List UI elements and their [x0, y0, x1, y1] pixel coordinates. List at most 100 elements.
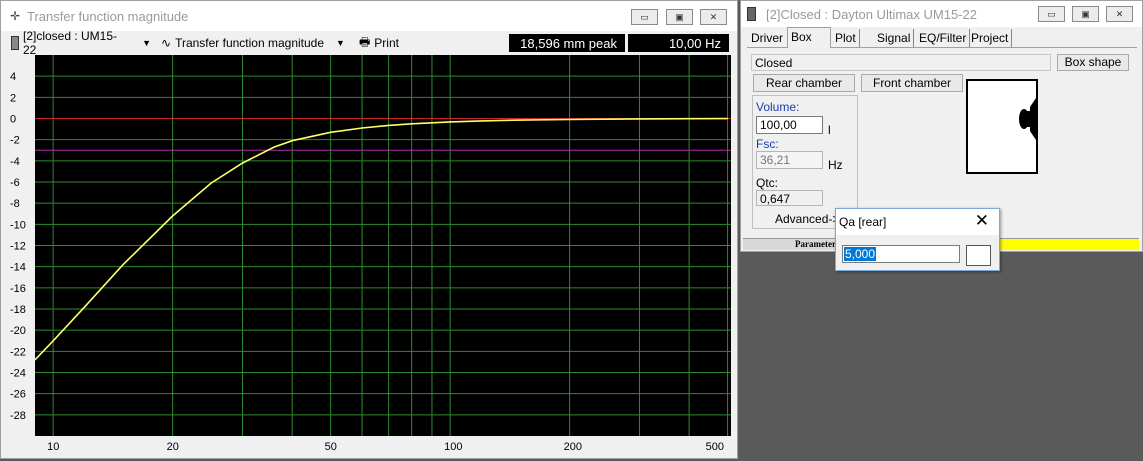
x-tick-label: 20	[167, 441, 179, 453]
tab-plot[interactable]: Plot	[832, 29, 860, 47]
box-shape-button[interactable]: Box shape	[1057, 54, 1129, 71]
qtc-value: 0,647	[756, 190, 823, 206]
qtc-label: Qtc:	[756, 176, 779, 190]
plot-area[interactable]: 4 2 0 -2 -4 -6 -8 -10 -12 -14 -16 -18 -20 -22 -24 -26 -2…	[1, 55, 736, 458]
tab-project[interactable]: Project	[968, 29, 1013, 47]
print-button[interactable]: 🖶 Print	[359, 33, 399, 53]
qa-value-input[interactable]: 5,000	[842, 245, 960, 263]
fsc-value: 36,21	[756, 151, 823, 169]
tab-signal[interactable]: Signal	[874, 29, 915, 47]
y-tick-label: -4	[10, 156, 20, 168]
curve-point	[52, 340, 54, 342]
curve-point	[688, 118, 690, 120]
box-shape-preview	[966, 79, 1038, 174]
y-tick-label: 4	[10, 71, 16, 83]
y-tick-label: 0	[10, 114, 16, 126]
curve-point	[569, 118, 571, 121]
close-button[interactable]: ✕	[700, 9, 727, 25]
curve-point	[638, 118, 641, 120]
y-tick-label: -26	[10, 389, 26, 401]
curve-point	[726, 118, 729, 120]
volume-input[interactable]: 100,00	[756, 116, 823, 134]
maximize-button[interactable]: ▣	[1072, 6, 1099, 22]
printer-icon: 🖶	[358, 34, 371, 49]
x-tick-label: 10	[47, 441, 59, 453]
left-toolbar: [2]closed : UM15-22 ▼ ∿ Transfer functio…	[1, 29, 737, 57]
curve-point	[83, 306, 86, 308]
y-tick-label: -18	[10, 304, 26, 316]
tab-eq-filter[interactable]: EQ/Filter	[916, 29, 971, 47]
volume-unit: l	[828, 123, 831, 137]
curve-point	[411, 123, 413, 125]
volume-label: Volume:	[756, 100, 800, 114]
curve-point	[519, 119, 521, 121]
box-type-field[interactable]: Closed	[751, 54, 1051, 71]
qa-value-text: 5,000	[844, 247, 877, 261]
color-swatch-button[interactable]	[966, 245, 991, 266]
box-window-icon	[747, 7, 756, 21]
curve-point	[172, 215, 174, 217]
y-tick-label: -8	[10, 198, 20, 210]
maximize-button[interactable]: ▣	[666, 9, 693, 25]
minimize-button[interactable]: ▭	[1038, 6, 1065, 22]
y-tick-label: -28	[10, 410, 26, 422]
tab-driver[interactable]: Driver	[748, 29, 786, 47]
curve-point	[480, 120, 483, 122]
chevron-down-icon: ▼	[336, 38, 345, 48]
x-tick-label: 100	[444, 441, 462, 453]
y-tick-label: -14	[10, 262, 26, 274]
x-tick-label: 500	[706, 441, 724, 453]
right-window-title: [2]Closed : Dayton Ultimax UM15-22	[766, 6, 977, 22]
frequency-readout: 10,00 Hz	[628, 34, 729, 52]
waveform-icon: ∿	[161, 36, 172, 50]
curve-point	[388, 124, 390, 126]
curve-point	[34, 359, 36, 361]
peak-readout: 18,596 mm peak	[509, 34, 625, 52]
x-tick-label: 50	[325, 441, 337, 453]
rear-chamber-button[interactable]: Rear chamber	[753, 74, 855, 92]
popup-title: Qa [rear]	[839, 215, 887, 229]
curve-point	[210, 182, 212, 184]
minimize-button[interactable]: ▭	[631, 9, 658, 25]
curve-point	[122, 263, 124, 266]
fsc-unit: Hz	[828, 158, 843, 172]
print-label: Print	[374, 36, 399, 50]
y-tick-label: -6	[10, 177, 20, 189]
crosshair-icon: ✛	[9, 9, 21, 23]
driver-combo-label: [2]closed : UM15-22	[22, 29, 118, 57]
y-tick-label: 2	[10, 92, 16, 104]
tab-box[interactable]: Box	[787, 27, 831, 48]
driver-combo[interactable]: [2]closed : UM15-22 ▼	[11, 29, 151, 57]
curve-point	[273, 146, 275, 148]
curve-point	[291, 140, 293, 142]
curve-point	[330, 131, 332, 133]
speaker-icon	[1019, 95, 1038, 143]
left-titlebar[interactable]: ✛ Transfer function magnitude	[1, 1, 737, 31]
left-window-title: Transfer function magnitude	[27, 8, 189, 24]
fsc-label: Fsc:	[756, 137, 779, 151]
y-tick-label: -2	[10, 135, 20, 147]
y-tick-label: -12	[10, 241, 26, 253]
curve-point	[449, 121, 451, 123]
front-chamber-button[interactable]: Front chamber	[861, 74, 963, 92]
y-tick-label: -24	[10, 368, 26, 380]
y-tick-label: -22	[10, 346, 26, 358]
popup-titlebar[interactable]: Qa [rear] ✕	[836, 209, 999, 235]
advanced-link[interactable]: Advanced->	[775, 212, 839, 226]
curve-point	[241, 162, 244, 164]
mode-combo-label: Transfer function magnitude	[175, 36, 325, 50]
y-tick-label: -20	[10, 325, 26, 337]
qa-rear-popup: Qa [rear] ✕ 5,000	[835, 208, 1000, 271]
magnitude-chart[interactable]: 420-2-4-6-8-10-12-14-16-18-20-22-24-26-2…	[1, 55, 736, 458]
driver-icon	[11, 36, 19, 50]
chevron-down-icon: ▼	[142, 38, 151, 48]
y-tick-label: -10	[10, 219, 26, 231]
y-tick-label: -16	[10, 283, 26, 295]
status-label: Parameter	[795, 239, 836, 249]
x-tick-label: 200	[564, 441, 582, 453]
mode-combo[interactable]: ∿ Transfer function magnitude ▼	[161, 33, 345, 53]
close-icon[interactable]: ✕	[975, 212, 989, 230]
transfer-function-window: ✛ Transfer function magnitude ▭ ▣ ✕ [2]c…	[0, 0, 738, 459]
curve-point	[361, 127, 363, 129]
close-button[interactable]: ✕	[1106, 6, 1133, 22]
